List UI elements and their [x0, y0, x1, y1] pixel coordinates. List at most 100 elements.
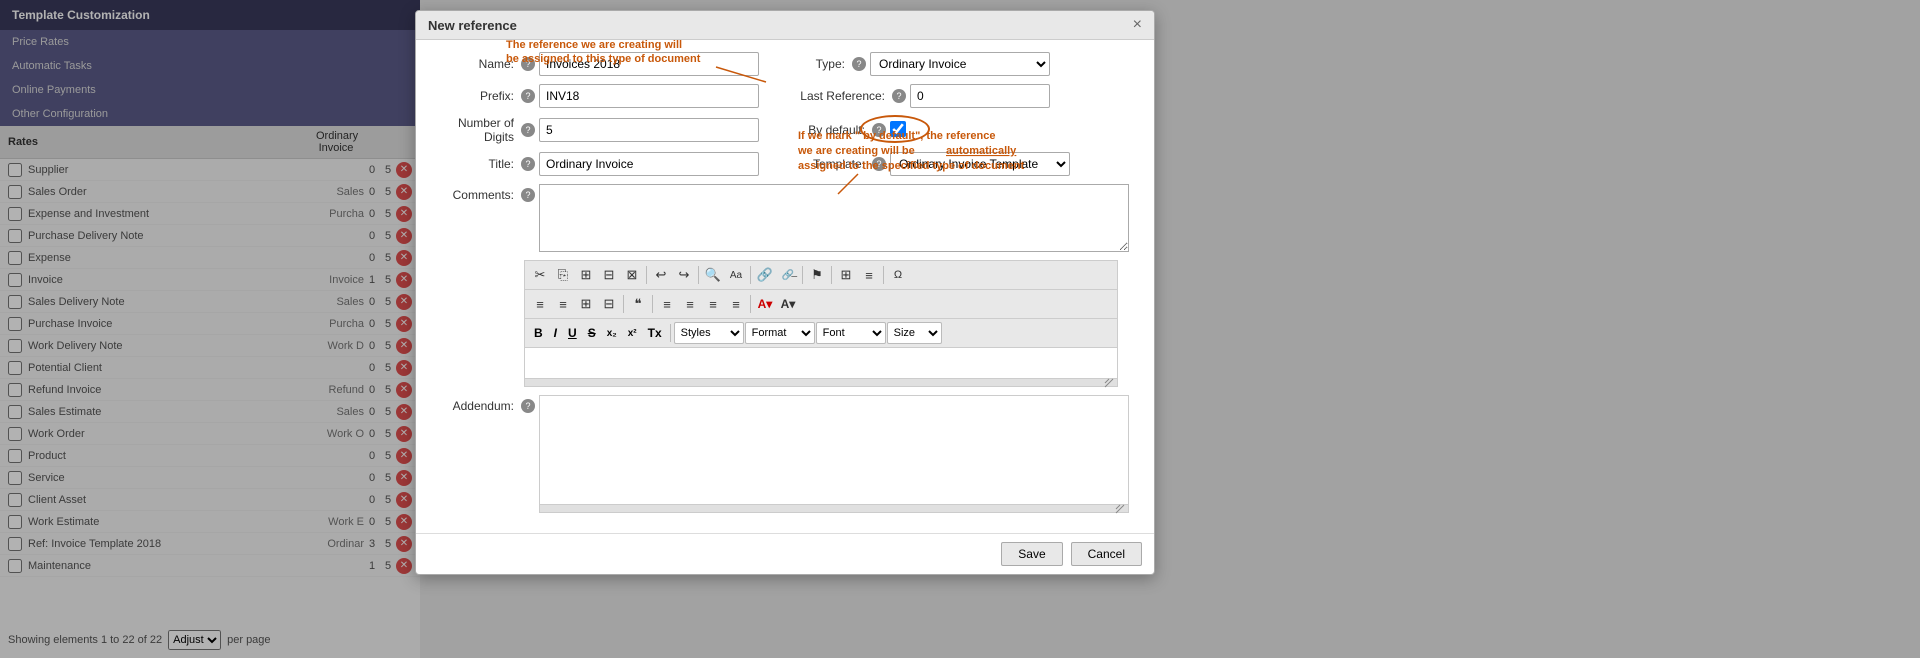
title-input[interactable]: [539, 152, 759, 176]
tb-align-right[interactable]: ≡: [702, 293, 724, 315]
modal-close-button[interactable]: ×: [1133, 17, 1142, 33]
tb-paste-text[interactable]: ⊟: [598, 264, 620, 286]
editor-content[interactable]: [524, 347, 1118, 379]
tb-search[interactable]: 🔍: [702, 264, 724, 286]
addendum-help-icon[interactable]: ?: [521, 399, 535, 413]
sep3: [750, 266, 751, 284]
name-help-icon[interactable]: ?: [521, 57, 535, 71]
form-row-comments: Comments: ?: [428, 184, 1142, 252]
tb-blockquote[interactable]: ❝: [627, 293, 649, 315]
addendum-resize-icon: [1114, 503, 1126, 515]
addendum-label: Addendum:: [428, 395, 518, 413]
comments-label: Comments:: [428, 184, 518, 202]
sep4: [802, 266, 803, 284]
tb-superscript[interactable]: x²: [623, 322, 642, 344]
tb-align-justify[interactable]: ≡: [725, 293, 747, 315]
sep10: [670, 324, 671, 342]
tb-link[interactable]: 🔗: [754, 264, 776, 286]
prefix-help-icon[interactable]: ?: [521, 89, 535, 103]
tb-table[interactable]: ⊞: [835, 264, 857, 286]
digits-label: Number of Digits: [428, 116, 518, 144]
template-select[interactable]: Ordinary Invoice Template: [890, 152, 1070, 176]
addendum-content[interactable]: [539, 395, 1129, 505]
tb-strikethrough[interactable]: S: [583, 322, 601, 344]
tb-underline[interactable]: U: [563, 322, 582, 344]
digits-input[interactable]: [539, 118, 759, 142]
tb-align-left[interactable]: ≡: [656, 293, 678, 315]
modal-footer: Save Cancel: [416, 533, 1154, 574]
editor-toolbar-row3: B I U S x₂ x² Tx Styles Format Font Size: [524, 318, 1118, 347]
tb-copy[interactable]: ⎘: [552, 264, 574, 286]
title-label: Title:: [428, 157, 518, 171]
modal-title: New reference: [428, 18, 517, 33]
prefix-label: Prefix:: [428, 89, 518, 103]
by-default-checkbox[interactable]: [890, 121, 906, 137]
size-dropdown[interactable]: Size: [887, 322, 942, 344]
last-ref-input[interactable]: [910, 84, 1050, 108]
last-ref-label: Last Reference:: [799, 89, 889, 103]
tb-undo[interactable]: ↩: [650, 264, 672, 286]
tb-bg-color[interactable]: A▾: [777, 293, 799, 315]
tb-bold[interactable]: B: [529, 322, 548, 344]
title-help-icon[interactable]: ?: [521, 157, 535, 171]
tb-unlink[interactable]: 🔗̶: [777, 264, 799, 286]
tb-redo[interactable]: ↪: [673, 264, 695, 286]
modal-body: Name: ? Type: ? Ordinary Invoice Prefix:…: [416, 40, 1154, 533]
tb-text-color[interactable]: A▾: [754, 293, 776, 315]
form-row-addendum: Addendum: ?: [428, 395, 1142, 513]
sep2: [698, 266, 699, 284]
by-default-help-icon[interactable]: ?: [872, 123, 886, 137]
digits-help-icon[interactable]: ?: [521, 123, 535, 137]
sep1: [646, 266, 647, 284]
font-dropdown[interactable]: Font: [816, 322, 886, 344]
sep8: [652, 295, 653, 313]
form-row-digits-default: Number of Digits ? By default: ? If we m…: [428, 116, 1142, 144]
tb-replace[interactable]: Aa: [725, 264, 747, 286]
styles-dropdown[interactable]: Styles: [674, 322, 744, 344]
modal-header: New reference ×: [416, 11, 1154, 40]
tb-ul[interactable]: ≡: [552, 293, 574, 315]
form-row-title-template: Title: ? Template: ? Ordinary Invoice Te…: [428, 152, 1142, 176]
template-label: Template:: [799, 157, 869, 171]
format-dropdown[interactable]: Format: [745, 322, 815, 344]
tb-paste[interactable]: ⊞: [575, 264, 597, 286]
form-row-prefix-lastref: Prefix: ? Last Reference: ?: [428, 84, 1142, 108]
comments-help-icon[interactable]: ?: [521, 188, 535, 202]
type-select[interactable]: Ordinary Invoice: [870, 52, 1050, 76]
tb-indent-less[interactable]: ⊞: [575, 293, 597, 315]
tb-subscript[interactable]: x₂: [602, 322, 622, 344]
tb-indent-more[interactable]: ⊟: [598, 293, 620, 315]
tb-italic[interactable]: I: [549, 322, 562, 344]
tb-special-char[interactable]: Ω: [887, 264, 909, 286]
tb-anchor[interactable]: ⚑: [806, 264, 828, 286]
sep7: [623, 295, 624, 313]
tb-ol[interactable]: ≡: [529, 293, 551, 315]
sep5: [831, 266, 832, 284]
new-reference-modal: New reference × The reference we are cre…: [415, 10, 1155, 575]
editor-section: ✂ ⎘ ⊞ ⊟ ⊠ ↩ ↪ 🔍 Aa 🔗 🔗̶ ⚑ ⊞ ≡ Ω: [524, 260, 1118, 387]
tb-cut[interactable]: ✂: [529, 264, 551, 286]
tb-align-center[interactable]: ≡: [679, 293, 701, 315]
template-help-icon[interactable]: ?: [872, 157, 886, 171]
by-default-label: By default:: [799, 123, 869, 137]
prefix-input[interactable]: [539, 84, 759, 108]
comments-textarea[interactable]: [539, 184, 1129, 252]
editor-toolbar-row2: ≡ ≡ ⊞ ⊟ ❝ ≡ ≡ ≡ ≡ A▾ A▾: [524, 289, 1118, 318]
form-row-name-type: Name: ? Type: ? Ordinary Invoice: [428, 52, 1142, 76]
addendum-resize-handle[interactable]: [539, 505, 1129, 513]
tb-hline[interactable]: ≡: [858, 264, 880, 286]
save-button[interactable]: Save: [1001, 542, 1062, 566]
type-label: Type:: [799, 57, 849, 71]
cancel-button[interactable]: Cancel: [1071, 542, 1142, 566]
name-input[interactable]: [539, 52, 759, 76]
name-label: Name:: [428, 57, 518, 71]
tb-remove-format[interactable]: Tx: [643, 322, 667, 344]
last-ref-help-icon[interactable]: ?: [892, 89, 906, 103]
type-help-icon[interactable]: ?: [852, 57, 866, 71]
sep6: [883, 266, 884, 284]
editor-resize-handle[interactable]: [524, 379, 1118, 387]
addendum-editor: [539, 395, 1129, 513]
tb-paste-word[interactable]: ⊠: [621, 264, 643, 286]
editor-toolbar-row1: ✂ ⎘ ⊞ ⊟ ⊠ ↩ ↪ 🔍 Aa 🔗 🔗̶ ⚑ ⊞ ≡ Ω: [524, 260, 1118, 289]
resize-icon: [1103, 377, 1115, 389]
